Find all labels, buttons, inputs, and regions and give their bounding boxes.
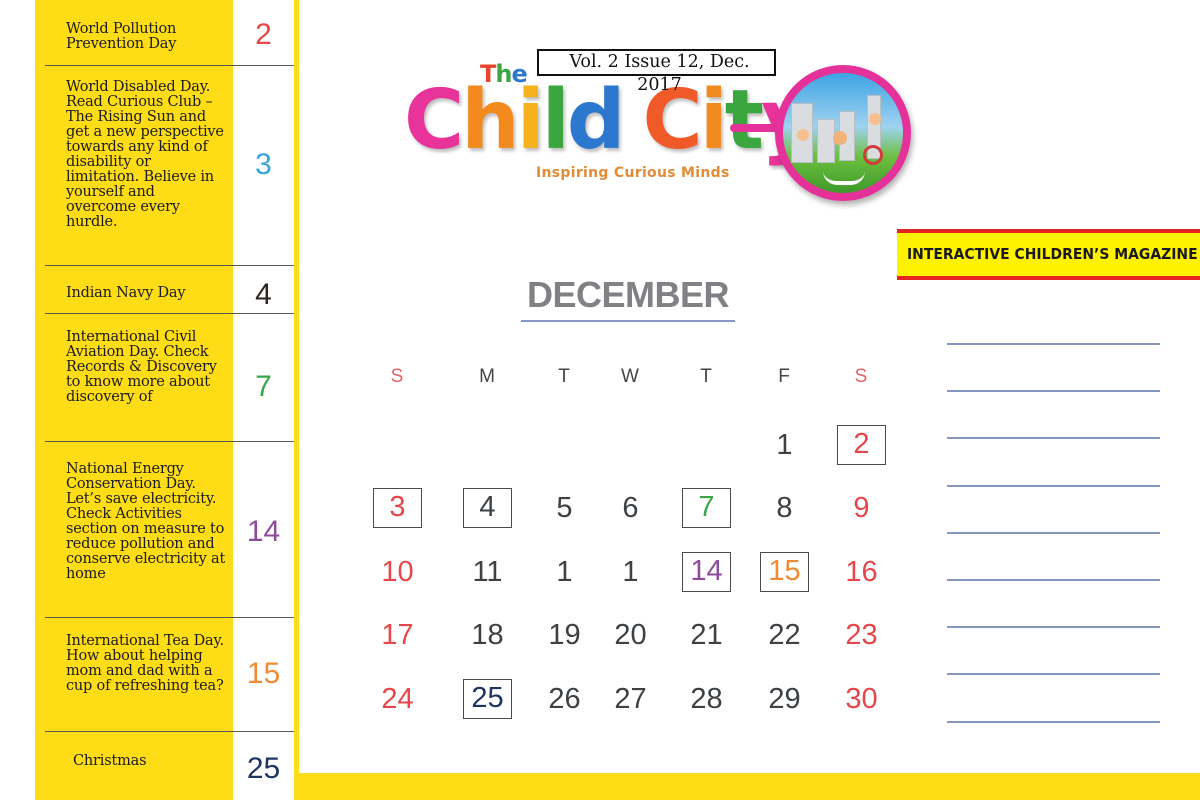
logo-letter: t bbox=[724, 73, 764, 168]
calendar-day: 1 bbox=[556, 556, 573, 588]
issue-label: Vol. 2 Issue 12, Dec. 2017 bbox=[537, 49, 776, 95]
event-day-number: 15 bbox=[246, 657, 281, 690]
magnifier-handle-icon bbox=[730, 124, 780, 132]
calendar-day: 26 bbox=[548, 683, 581, 715]
calendar-day: 30 bbox=[845, 683, 878, 715]
calendar-day: 8 bbox=[776, 492, 793, 524]
logo-letter: i bbox=[516, 73, 545, 168]
logo-tagline: Inspiring Curious Minds bbox=[536, 165, 730, 181]
note-line bbox=[947, 720, 1160, 723]
note-line bbox=[947, 390, 1160, 393]
bottom-band bbox=[299, 773, 1200, 800]
event-description: National Energy Conservation Day. Let’s … bbox=[66, 461, 226, 582]
note-line bbox=[947, 626, 1160, 629]
calendar-day: 6 bbox=[622, 492, 639, 524]
note-line bbox=[947, 579, 1160, 581]
magnifier-city-icon bbox=[775, 65, 911, 201]
logo-letter: C bbox=[404, 73, 464, 168]
sidebar-stripe bbox=[294, 0, 299, 800]
event-description: Christmas bbox=[73, 753, 147, 769]
event-description: World Disabled Day. Read Curious Club – … bbox=[66, 79, 224, 230]
calendar-day-highlighted: 4 bbox=[463, 488, 512, 528]
event-description: International Civil Aviation Day. Check … bbox=[66, 329, 217, 405]
event-description: World Pollution Prevention Day bbox=[66, 21, 177, 52]
calendar-day: 18 bbox=[471, 619, 504, 651]
note-line bbox=[947, 484, 1160, 487]
smile-icon bbox=[823, 171, 865, 185]
banner-text: INTERACTIVE CHILDREN’S MAGAZINE bbox=[897, 233, 1200, 276]
month-title: DECEMBER bbox=[526, 274, 730, 315]
event-day-number: 25 bbox=[246, 752, 281, 785]
weekday-header: M bbox=[479, 366, 495, 387]
event-day-number: 2 bbox=[255, 18, 272, 51]
logo-letter: l bbox=[541, 73, 570, 168]
logo-letter: d bbox=[566, 73, 626, 168]
weekday-header: S bbox=[390, 366, 404, 387]
calendar-day: 21 bbox=[690, 619, 723, 651]
magazine-banner: INTERACTIVE CHILDREN’S MAGAZINE bbox=[897, 229, 1200, 280]
logo-letter: h bbox=[461, 73, 519, 168]
event-day-number: 4 bbox=[255, 278, 272, 311]
calendar-day: 19 bbox=[548, 619, 581, 651]
child-icon bbox=[797, 129, 809, 141]
bicycle-icon bbox=[863, 145, 883, 165]
event-description: Indian Navy Day bbox=[66, 285, 186, 301]
calendar-day: 1 bbox=[776, 429, 793, 461]
building-icon bbox=[817, 119, 835, 163]
calendar-day: 29 bbox=[768, 683, 801, 715]
calendar-day-highlighted: 14 bbox=[682, 552, 731, 592]
weekday-header: T bbox=[558, 366, 570, 387]
event-day-number: 3 bbox=[255, 148, 272, 181]
calendar-day-highlighted: 3 bbox=[373, 488, 422, 528]
calendar-day: 5 bbox=[556, 492, 573, 524]
child-icon bbox=[869, 113, 881, 125]
calendar-day: 9 bbox=[853, 492, 870, 524]
event-day-number: 7 bbox=[255, 370, 272, 403]
calendar-day: 27 bbox=[614, 683, 647, 715]
calendar-day: 16 bbox=[845, 556, 878, 588]
calendar-day-highlighted: 25 bbox=[463, 679, 512, 719]
weekday-header: W bbox=[621, 366, 639, 387]
weekday-header: F bbox=[778, 366, 790, 387]
calendar-day: 28 bbox=[690, 683, 723, 715]
note-line bbox=[947, 531, 1160, 534]
child-icon bbox=[833, 131, 847, 145]
calendar-day-highlighted: 15 bbox=[760, 552, 809, 592]
calendar-day: 20 bbox=[614, 619, 647, 651]
calendar-day: 10 bbox=[381, 556, 414, 588]
calendar-day-highlighted: 2 bbox=[837, 425, 886, 465]
logo-letter: i bbox=[699, 73, 728, 168]
note-line bbox=[947, 673, 1160, 676]
event-day-number: 14 bbox=[246, 515, 281, 548]
calendar-day: 1 bbox=[622, 556, 639, 588]
logo-title: Child City bbox=[404, 73, 814, 168]
weekday-header: T bbox=[700, 366, 712, 387]
calendar-day-highlighted: 7 bbox=[682, 488, 731, 528]
event-description: International Tea Day. How about helping… bbox=[66, 633, 224, 694]
calendar-day: 24 bbox=[381, 683, 414, 715]
note-line bbox=[947, 437, 1160, 440]
calendar-day: 23 bbox=[845, 619, 878, 651]
note-line bbox=[947, 343, 1160, 345]
calendar-day: 11 bbox=[472, 556, 503, 588]
month-underline bbox=[521, 320, 735, 322]
calendar-day: 22 bbox=[768, 619, 801, 651]
weekday-header: S bbox=[854, 366, 868, 387]
calendar-day: 17 bbox=[381, 619, 414, 651]
